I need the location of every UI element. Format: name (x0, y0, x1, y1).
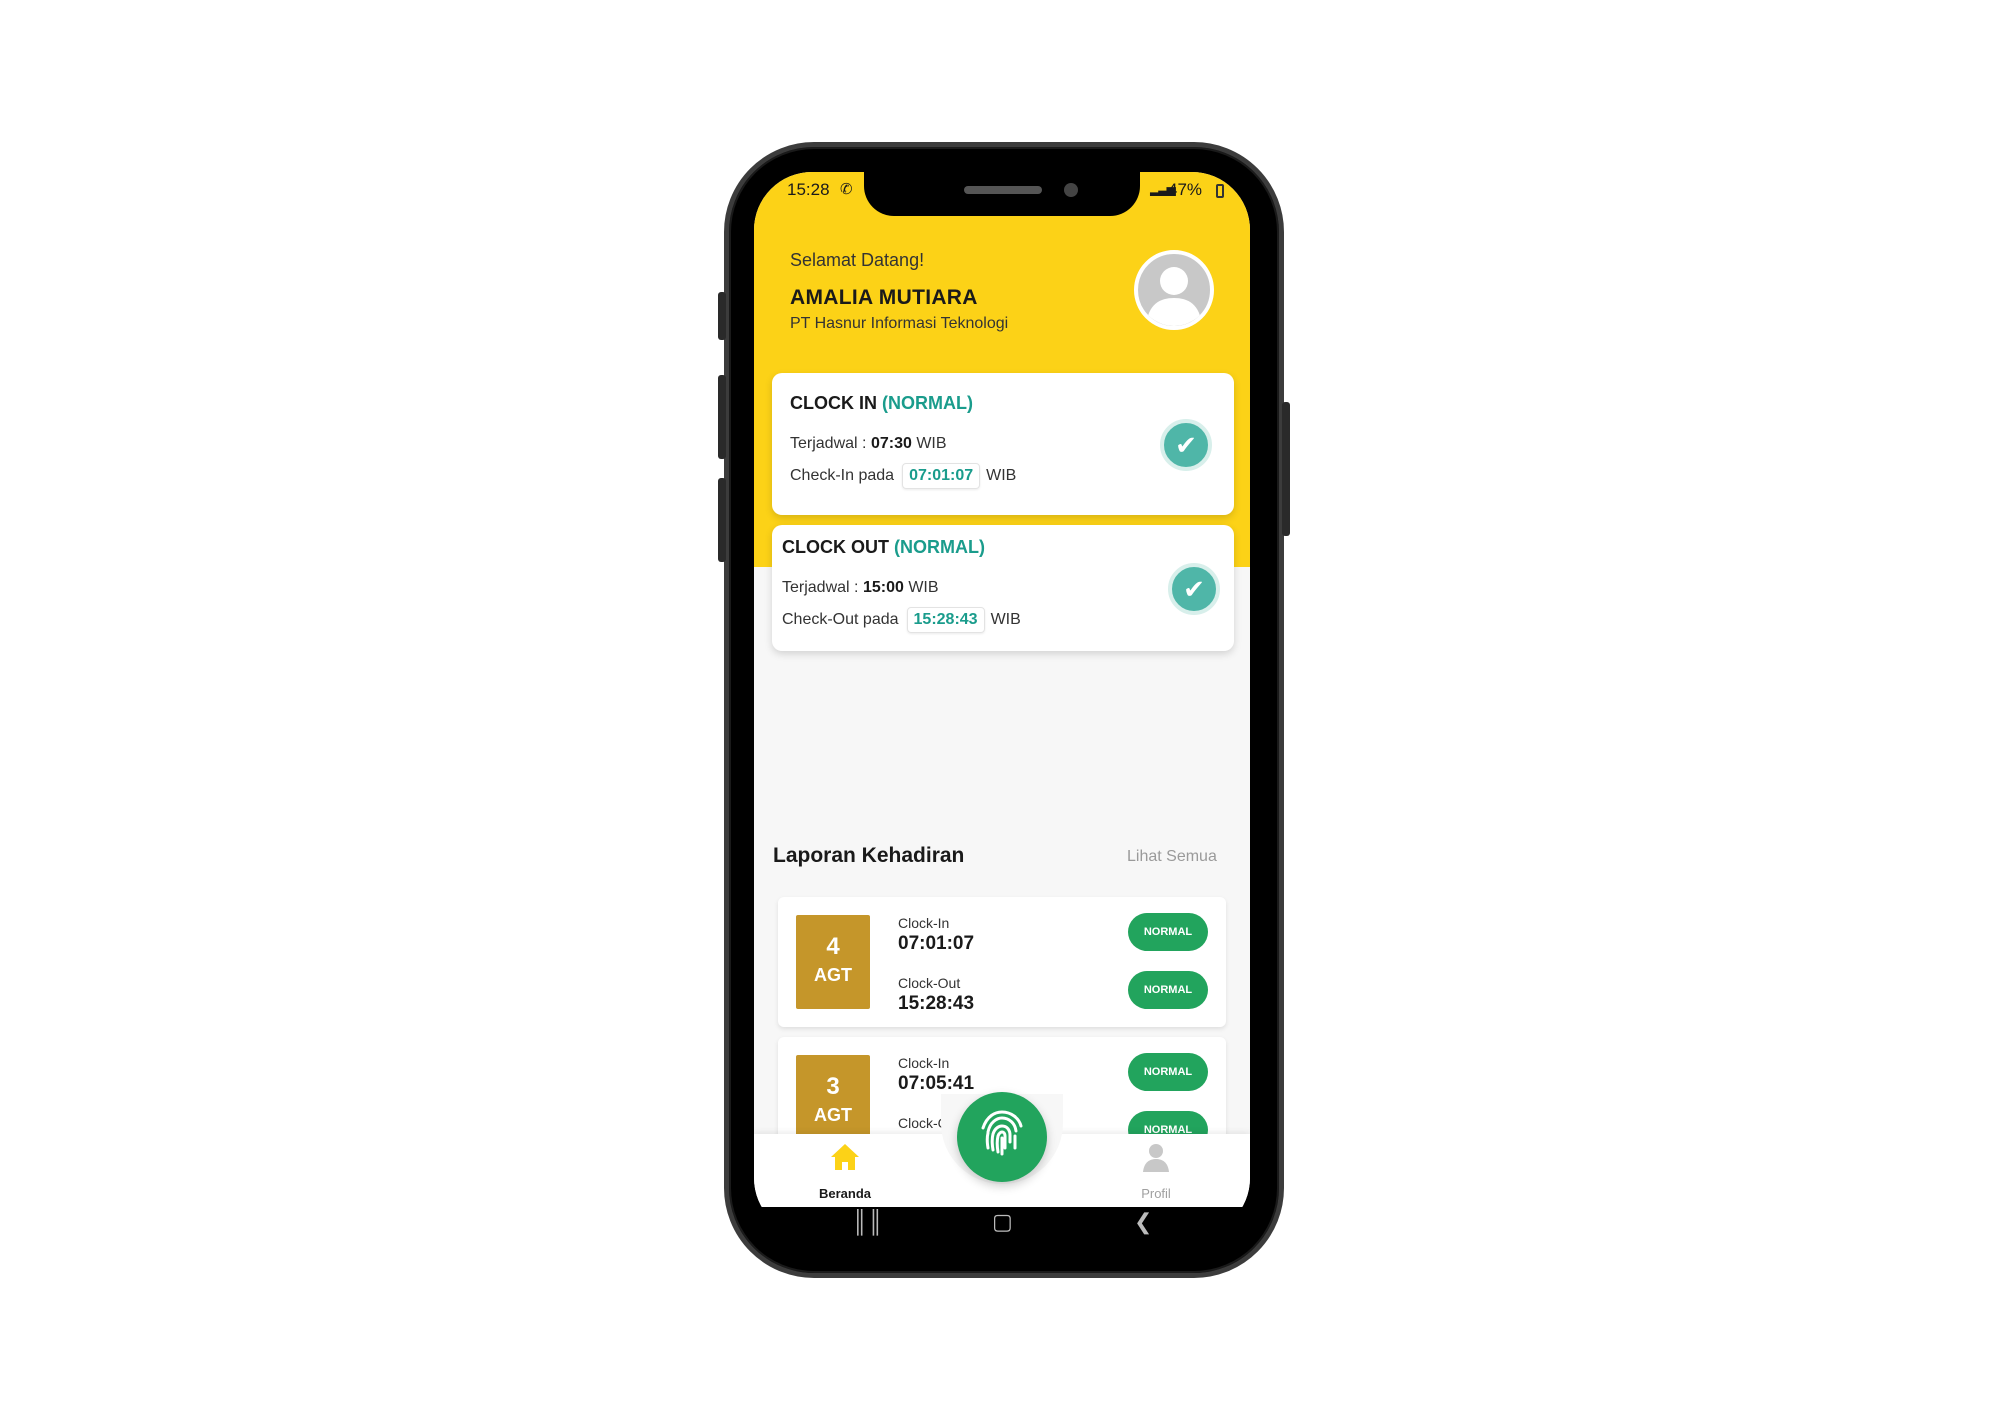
check-out-label: Check-Out pada (782, 611, 899, 628)
nav-profile[interactable]: Profil (1106, 1142, 1206, 1201)
clock-in-label: CLOCK IN (790, 393, 877, 413)
power-button (1282, 402, 1290, 536)
status-badge: NORMAL (1128, 1053, 1208, 1091)
status-badge: NORMAL (1128, 971, 1208, 1009)
date-month: AGT (814, 1105, 852, 1125)
phone-screen: 15:28 ✆ ▂▃▅ 47% Selamat Datang! AMALIA M… (754, 172, 1250, 1236)
clock-in-time: 07:01:07 (898, 933, 975, 954)
bixby-button (718, 478, 726, 562)
clock-in-schedule: Terjadwal : 07:30 WIB (790, 435, 947, 453)
camera-notch (864, 172, 1140, 216)
schedule-label: Terjadwal : (790, 435, 867, 452)
clock-out-time: 15:28:43 (898, 993, 975, 1014)
report-section-title: Laporan Kehadiran (773, 844, 965, 867)
check-out-time: 15:28:43 (906, 607, 985, 633)
check-circle-icon: ✔ (1160, 419, 1212, 471)
home-button-icon[interactable]: ▢ (992, 1207, 1013, 1236)
battery-icon (1216, 184, 1224, 198)
status-badge: NORMAL (1128, 913, 1208, 951)
check-in-label: Check-In pada (790, 467, 895, 484)
user-silhouette-icon (1146, 267, 1202, 326)
date-month: AGT (814, 965, 852, 985)
user-name: AMALIA MUTIARA (790, 286, 978, 309)
clock-in-status: (NORMAL) (882, 393, 973, 413)
front-camera (1064, 183, 1078, 197)
clock-out-card[interactable]: CLOCK OUT (NORMAL) Terjadwal : 15:00 WIB… (772, 525, 1234, 651)
clock-out-actual: Check-Out pada 15:28:43 WIB (782, 607, 1021, 633)
timezone-label: WIB (908, 579, 939, 596)
date-day: 4 (826, 933, 840, 960)
home-icon (795, 1142, 895, 1178)
clock-in-label: Clock-In (898, 1055, 950, 1071)
clock-in-card[interactable]: CLOCK IN (NORMAL) Terjadwal : 07:30 WIB … (772, 373, 1234, 515)
clock-out-schedule: Terjadwal : 15:00 WIB (782, 579, 939, 597)
person-icon (1106, 1142, 1206, 1178)
attendance-row[interactable]: 4 AGT Clock-In 07:01:07 Clock-Out 15:28:… (778, 897, 1226, 1027)
fingerprint-icon (981, 1110, 1023, 1156)
company-name: PT Hasnur Informasi Teknologi (790, 315, 1009, 332)
date-box: 4 AGT (796, 915, 870, 1009)
schedule-time: 07:30 (870, 435, 912, 452)
nav-home-label: Beranda (818, 1186, 872, 1201)
check-circle-icon: ✔ (1168, 563, 1220, 615)
clock-out-title: CLOCK OUT (NORMAL) (782, 537, 985, 558)
schedule-time: 15:00 (862, 579, 904, 596)
clock-in-label: Clock-In (898, 915, 950, 931)
recent-apps-icon[interactable]: ║║ (852, 1207, 883, 1236)
volume-down-button (718, 375, 726, 459)
clock-out-status: (NORMAL) (894, 537, 985, 557)
clock-in-title: CLOCK IN (NORMAL) (790, 393, 973, 414)
attendance-app: 15:28 ✆ ▂▃▅ 47% Selamat Datang! AMALIA M… (754, 172, 1250, 1207)
avatar[interactable] (1134, 250, 1214, 330)
check-in-time: 07:01:07 (902, 463, 981, 489)
nav-home[interactable]: Beranda (795, 1142, 895, 1201)
fingerprint-button[interactable] (957, 1092, 1047, 1182)
see-all-link[interactable]: Lihat Semua (1127, 848, 1217, 866)
date-day: 3 (826, 1073, 840, 1100)
schedule-label: Terjadwal : (782, 579, 859, 596)
system-nav-bar: ║║ ▢ ❮ (754, 1207, 1250, 1236)
clock-out-label: Clock-Out (898, 975, 961, 991)
greeting-text: Selamat Datang! (790, 250, 925, 270)
whatsapp-icon: ✆ (840, 181, 853, 198)
timezone-label: WIB (990, 611, 1021, 628)
volume-up-button (718, 292, 726, 340)
timezone-label: WIB (986, 467, 1017, 484)
battery-percent: 47% (1168, 180, 1203, 199)
nav-profile-label: Profil (1141, 1186, 1171, 1201)
back-icon[interactable]: ❮ (1134, 1207, 1152, 1236)
timezone-label: WIB (916, 435, 947, 452)
earpiece-speaker (964, 186, 1042, 194)
clock-in-actual: Check-In pada 07:01:07 WIB (790, 463, 1016, 489)
status-time: 15:28 (787, 180, 830, 199)
clock-out-label: CLOCK OUT (782, 537, 889, 557)
